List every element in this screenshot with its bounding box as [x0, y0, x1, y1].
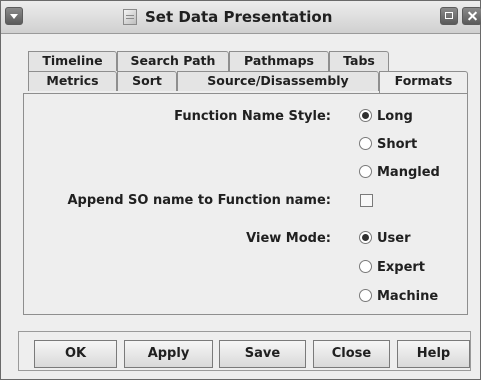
- radio-short-label: Short: [377, 137, 418, 152]
- tab-tabs[interactable]: Tabs: [329, 51, 389, 71]
- append-so-checkbox[interactable]: [360, 194, 373, 207]
- radio-unselected-icon: [359, 165, 372, 178]
- window-menu-icon[interactable]: [5, 7, 23, 25]
- tab-formats[interactable]: Formats: [379, 71, 468, 93]
- radio-mangled-label: Mangled: [377, 165, 440, 180]
- radio-short[interactable]: Short: [359, 137, 417, 152]
- function-name-style-label: Function Name Style:: [174, 109, 331, 124]
- radio-unselected-icon: [359, 260, 372, 273]
- app-document-icon: [123, 9, 137, 25]
- maximize-icon[interactable]: [440, 7, 458, 25]
- set-data-presentation-dialog: Set Data Presentation Timeline Search Pa…: [0, 0, 481, 380]
- radio-expert[interactable]: Expert: [359, 260, 425, 275]
- save-button[interactable]: Save: [219, 340, 306, 368]
- formats-panel: Function Name Style: Long Short Mangled …: [23, 93, 468, 315]
- radio-mangled[interactable]: Mangled: [359, 165, 440, 180]
- radio-machine[interactable]: Machine: [359, 289, 438, 304]
- title-bar[interactable]: Set Data Presentation: [1, 1, 481, 34]
- radio-selected-icon: [359, 109, 372, 122]
- tab-sort[interactable]: Sort: [117, 71, 177, 91]
- radio-unselected-icon: [359, 137, 372, 150]
- radio-expert-label: Expert: [377, 260, 426, 275]
- apply-button[interactable]: Apply: [124, 340, 213, 368]
- radio-unselected-icon: [359, 289, 372, 302]
- close-window-icon[interactable]: [462, 7, 481, 25]
- view-mode-label: View Mode:: [246, 231, 331, 246]
- help-button[interactable]: Help: [397, 340, 470, 368]
- radio-machine-label: Machine: [377, 289, 439, 304]
- tab-pathmaps[interactable]: Pathmaps: [229, 51, 329, 71]
- ok-button[interactable]: OK: [34, 340, 117, 368]
- radio-long[interactable]: Long: [359, 109, 413, 124]
- radio-long-label: Long: [377, 109, 413, 124]
- append-so-label: Append SO name to Function name:: [67, 193, 331, 208]
- radio-user-label: User: [377, 231, 411, 246]
- radio-selected-icon: [359, 231, 372, 244]
- tab-source-disassembly[interactable]: Source/Disassembly: [177, 71, 379, 91]
- tab-metrics[interactable]: Metrics: [28, 71, 117, 91]
- window-title: Set Data Presentation: [145, 8, 333, 26]
- radio-user[interactable]: User: [359, 231, 411, 246]
- tab-timeline[interactable]: Timeline: [28, 51, 117, 71]
- tab-search-path[interactable]: Search Path: [117, 51, 229, 71]
- close-button[interactable]: Close: [313, 340, 390, 368]
